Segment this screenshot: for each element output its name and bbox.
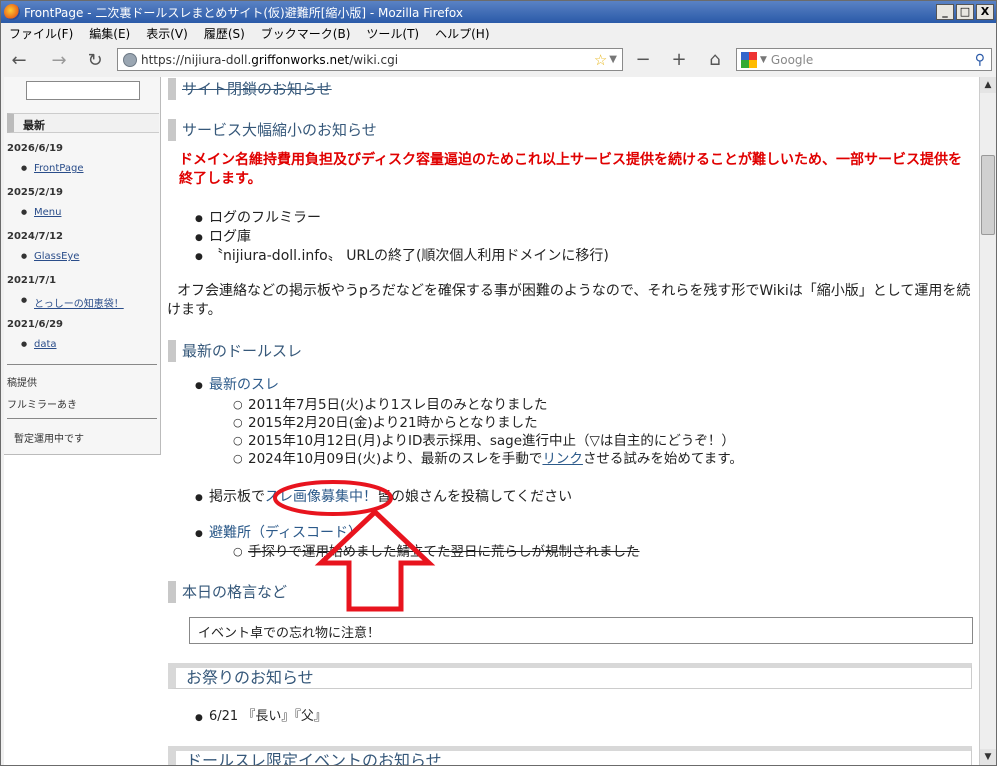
list-item: 掲示板でスレ画像募集中！皆の娘さんを投稿してください: [195, 488, 573, 507]
heading-festival: お祭りのお知らせ: [168, 663, 972, 689]
menu-edit[interactable]: 編集(E): [81, 25, 138, 42]
scroll-up-icon[interactable]: ▲: [980, 77, 996, 93]
url-text: https://nijiura-doll.griffonworks.net/wi…: [141, 53, 594, 67]
window-title: FrontPage - 二次裏ドールスレまとめサイト(仮)避難所[縮小版] - …: [24, 5, 463, 20]
recent-link-toshi[interactable]: とっしーの知恵袋！: [34, 299, 124, 310]
browser-window: FrontPage - 二次裏ドールスレまとめサイト(仮)避難所[縮小版] - …: [0, 0, 997, 766]
forward-icon[interactable]: →: [45, 47, 73, 73]
search-bar[interactable]: ▼ Google ⚲: [736, 48, 992, 71]
back-icon[interactable]: ←: [5, 47, 33, 73]
vertical-scrollbar[interactable]: ▲ ▼: [979, 77, 996, 765]
search-icon[interactable]: ⚲: [975, 52, 985, 68]
sidebar: 最新 2026/6/19 FrontPage 2025/2/19 Menu 20…: [4, 77, 161, 455]
menu-view[interactable]: 表示(V): [138, 25, 196, 42]
main-content: サイト閉鎖のお知らせ サービス大幅縮小のお知らせ ドメイン名維持費用負担及びディ…: [167, 77, 973, 765]
globe-icon: [123, 52, 137, 67]
sidebar-search-input[interactable]: [26, 81, 140, 100]
recent-item: とっしーの知恵袋！: [21, 295, 124, 310]
search-placeholder: Google: [770, 52, 814, 67]
home-icon[interactable]: ⌂: [704, 50, 726, 70]
recent-item: Menu: [21, 207, 61, 218]
recent-link-glasseye[interactable]: GlassEye: [34, 251, 79, 262]
google-icon: [741, 51, 757, 68]
url-dropdown-icon[interactable]: ▼: [609, 54, 617, 65]
recent-date: 2021/7/1: [7, 275, 57, 286]
list-item: 避難所（ディスコード）: [195, 524, 362, 543]
zoom-out-icon[interactable]: −: [632, 50, 654, 70]
list-item: 最新のスレ: [195, 376, 279, 395]
image-board-link[interactable]: スレ画像募集中！: [265, 489, 377, 505]
recent-item: GlassEye: [21, 251, 79, 262]
menu-file[interactable]: ファイル(F): [1, 25, 81, 42]
maximize-button[interactable]: □: [956, 4, 974, 20]
menu-bookmarks[interactable]: ブックマーク(B): [253, 25, 359, 42]
url-prefix: https://nijiura-doll.: [141, 52, 252, 67]
url-path: /wiki.cgi: [349, 52, 399, 67]
discord-link[interactable]: 避難所（ディスコード）: [209, 525, 362, 541]
sub-list-item: 2011年7月5日(火)より1スレ目のみとなりました: [233, 396, 548, 414]
page-viewport: 最新 2026/6/19 FrontPage 2025/2/19 Menu 20…: [4, 77, 979, 765]
bookmark-star-icon[interactable]: ☆: [594, 51, 607, 69]
scroll-down-icon[interactable]: ▼: [980, 749, 996, 765]
sub-list-item: 手探りで運用始めました鯖立てた翌日に荒らしが規制されました: [233, 543, 639, 561]
menu-tools[interactable]: ツール(T): [358, 25, 427, 42]
zoom-in-icon[interactable]: +: [668, 50, 690, 70]
recent-link-frontpage[interactable]: FrontPage: [34, 163, 84, 174]
quote-box: イベント卓での忘れ物に注意！: [189, 617, 973, 644]
heading-latest-threads: 最新のドールスレ: [168, 340, 302, 362]
recent-date: 2024/7/12: [7, 231, 64, 242]
navigation-toolbar: ← → ↻ https://nijiura-doll.griffonworks.…: [1, 43, 996, 77]
minimize-button[interactable]: _: [936, 4, 954, 20]
recent-link-menu[interactable]: Menu: [34, 207, 61, 218]
sidebar-text: フルミラーあき: [7, 400, 77, 411]
info-paragraph: オフ会連絡などの掲示板やうpろだなどを確保する事が困難のようなので、それらを残す…: [167, 283, 971, 318]
recent-header: 最新: [7, 113, 159, 133]
latest-thread-link[interactable]: 最新のスレ: [209, 377, 279, 393]
thread-link[interactable]: リンク: [542, 451, 583, 467]
list-item: 6/21 『長い』『父』: [195, 708, 327, 727]
recent-item: FrontPage: [21, 163, 84, 174]
sidebar-divider: [7, 364, 157, 365]
recent-date: 2026/6/19: [7, 143, 64, 154]
close-button[interactable]: X: [976, 4, 994, 20]
heading-event: ドールスレ限定イベントのお知らせ: [168, 746, 972, 765]
sub-text: 2024年10月09日(火)より、最新のスレを手動で: [248, 451, 543, 467]
service-notice: ドメイン名維持費用負担及びディスク容量逼迫のためこれ以上サービス提供を続けること…: [179, 152, 963, 187]
list-item: ログ庫: [195, 228, 251, 247]
sub-list-item: 2015年2月20日(金)より21時からとなりました: [233, 414, 538, 432]
sub-list-item: 2015年10月12日(月)よりID表示採用、sage進行中止（▽は自主的にどう…: [233, 432, 735, 450]
recent-date: 2021/6/29: [7, 319, 64, 330]
sub-list-item: 2024年10月09日(火)より、最新のスレを手動でリンクさせる試みを始めてます…: [233, 450, 743, 468]
recent-date: 2025/2/19: [7, 187, 64, 198]
sidebar-text: 稿提供: [7, 378, 37, 389]
sub-text: させる試みを始めてます。: [582, 451, 743, 467]
heading-quote: 本日の格言など: [168, 581, 287, 603]
board-text: 皆の娘さんを投稿してください: [377, 489, 573, 505]
menu-bar: ファイル(F) 編集(E) 表示(V) 履歴(S) ブックマーク(B) ツール(…: [1, 23, 996, 43]
firefox-icon: [4, 4, 20, 20]
scroll-thumb[interactable]: [981, 155, 995, 235]
list-item: ログのフルミラー: [195, 209, 321, 228]
url-domain: griffonworks.net: [251, 52, 350, 67]
list-item: 〝nijiura-doll.info〟 URLの終了(順次個人利用ドメインに移行…: [195, 247, 609, 266]
menu-history[interactable]: 履歴(S): [196, 25, 253, 42]
reload-icon[interactable]: ↻: [81, 47, 109, 73]
search-engine-dropdown-icon[interactable]: ▼: [760, 55, 767, 65]
sidebar-divider: [7, 418, 157, 419]
sidebar-text: 暫定運用中です: [14, 434, 84, 445]
recent-item: data: [21, 339, 57, 350]
menu-help[interactable]: ヘルプ(H): [427, 25, 497, 42]
recent-link-data[interactable]: data: [34, 339, 57, 350]
url-bar[interactable]: https://nijiura-doll.griffonworks.net/wi…: [117, 48, 623, 71]
heading-service-reduction: サービス大幅縮小のお知らせ: [168, 119, 377, 141]
heading-site-closed: サイト閉鎖のお知らせ: [168, 78, 332, 100]
title-bar: FrontPage - 二次裏ドールスレまとめサイト(仮)避難所[縮小版] - …: [1, 1, 996, 23]
board-text: 掲示板で: [209, 489, 265, 505]
